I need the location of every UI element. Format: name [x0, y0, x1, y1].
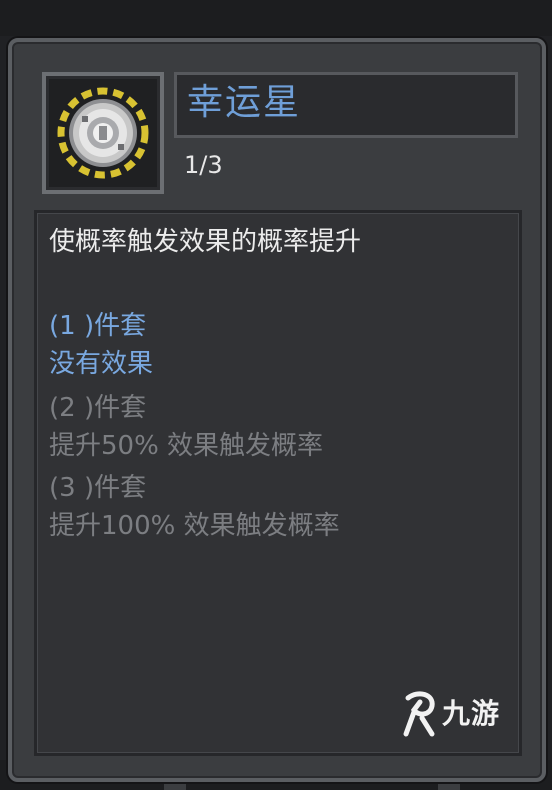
lucky-star-coin-icon: [57, 87, 149, 179]
description-summary: 使概率触发效果的概率提升: [49, 227, 362, 257]
item-icon-frame: [42, 72, 164, 194]
watermark-text: 九游: [442, 697, 501, 730]
watermark: 九游: [398, 690, 518, 742]
item-description-box: 使概率触发效果的概率提升 (1 )件套 没有效果 (2 )件套 提升50% 效果…: [34, 210, 522, 756]
item-set-count: 1/3: [184, 151, 223, 179]
tier-2-label: (2 )件套: [49, 393, 147, 423]
tier-2-effect: 提升50% 效果触发概率: [49, 431, 324, 461]
tier-1-label: (1 )件套: [49, 311, 147, 341]
jiuyou-logo-icon: [403, 691, 435, 737]
item-tooltip-panel: 幸运星 1/3 使概率触发效果的概率提升 (1 )件套 没有效果 (2 )件套 …: [8, 38, 546, 782]
tier-3-effect: 提升100% 效果触发概率: [49, 511, 340, 541]
tier-1-effect: 没有效果: [49, 349, 154, 379]
background-top-bar: [0, 0, 552, 36]
tier-3-label: (3 )件套: [49, 473, 147, 503]
item-title-box: 幸运星: [174, 72, 518, 138]
item-name: 幸运星: [187, 82, 302, 123]
